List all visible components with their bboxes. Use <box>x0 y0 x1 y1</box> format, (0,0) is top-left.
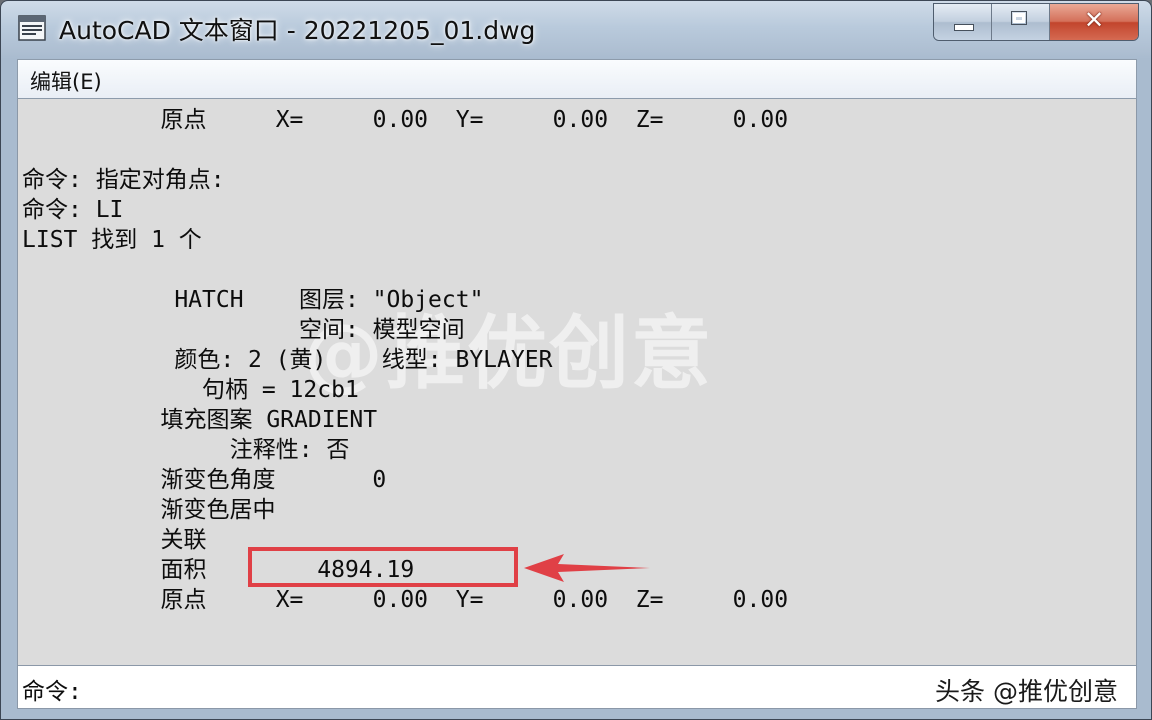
close-icon: ✕ <box>1083 6 1105 34</box>
history-line: 填充图案 GRADIENT <box>22 407 378 433</box>
area-highlight-box <box>248 547 518 587</box>
pointer-arrow-icon <box>524 554 650 582</box>
history-line: HATCH 图层: "Object" <box>22 287 484 313</box>
text-history-area[interactable]: @推优创意 原点 X= 0.00 Y= 0.00 Z= 0.00 命令: 指定对… <box>17 99 1137 665</box>
caption-buttons: ✕ <box>933 3 1139 41</box>
maximize-button[interactable] <box>992 4 1050 40</box>
title-bar[interactable]: AutoCAD 文本窗口 - 20221205_01.dwg ✕ <box>1 1 1151 59</box>
autocad-text-window: AutoCAD 文本窗口 - 20221205_01.dwg ✕ 编辑(E) @… <box>0 0 1152 720</box>
minimize-icon <box>954 24 974 31</box>
history-line: 空间: 模型空间 <box>22 317 465 343</box>
menu-item-edit[interactable]: 编辑(E) <box>30 66 102 96</box>
history-line: 颜色: 2 (黄) 线型: BYLAYER <box>22 347 553 373</box>
menu-bar: 编辑(E) <box>17 59 1137 99</box>
history-line: LIST 找到 1 个 <box>22 227 202 253</box>
history-line: 原点 X= 0.00 Y= 0.00 Z= 0.00 <box>22 107 789 133</box>
history-line: 命令: LI <box>22 197 124 223</box>
history-line: 关联 <box>22 527 207 553</box>
history-line: 注释性: 否 <box>22 437 350 463</box>
history-line: 句柄 = 12cb1 <box>22 377 359 403</box>
window-title: AutoCAD 文本窗口 - 20221205_01.dwg <box>59 16 536 45</box>
command-input[interactable] <box>96 670 880 706</box>
history-line: 渐变色角度 0 <box>22 467 387 493</box>
maximize-icon <box>1011 11 1027 25</box>
history-line: 命令: 指定对角点: <box>22 167 225 193</box>
autocad-text-window-icon <box>18 15 46 41</box>
command-prompt: 命令: <box>22 679 82 705</box>
close-button[interactable]: ✕ <box>1050 4 1138 40</box>
source-credit: 头条 @推优创意 <box>935 677 1118 706</box>
minimize-button[interactable] <box>934 4 992 40</box>
history-line: 渐变色居中 <box>22 497 276 523</box>
command-line: 命令: 头条 @推优创意 <box>17 665 1137 709</box>
history-line: 原点 X= 0.00 Y= 0.00 Z= 0.00 <box>22 587 789 613</box>
